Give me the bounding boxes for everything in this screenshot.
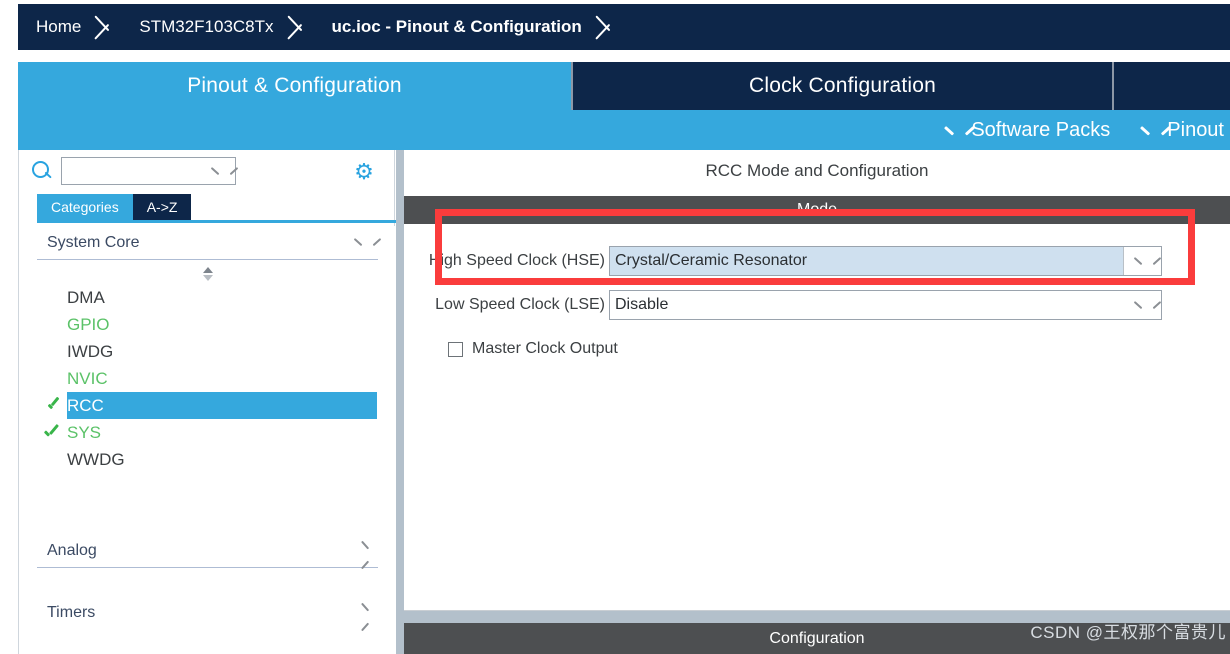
window-left-gutter xyxy=(0,54,18,654)
field-high-speed-clock: High Speed Clock (HSE) Crystal/Ceramic R… xyxy=(404,246,1230,276)
tab-pinout-configuration[interactable]: Pinout & Configuration xyxy=(18,62,571,110)
breadcrumb-separator-icon xyxy=(280,4,314,50)
tree-item-nvic[interactable]: NVIC xyxy=(67,365,377,392)
page-title: RCC Mode and Configuration xyxy=(404,150,1230,192)
chevron-down-icon[interactable] xyxy=(355,238,370,247)
status-icon-slot xyxy=(41,287,65,309)
master-clock-output-row[interactable]: Master Clock Output xyxy=(448,336,1230,362)
configuration-section-header-text: Configuration xyxy=(769,629,865,647)
field-label: Low Speed Clock (LSE) xyxy=(435,296,605,313)
tree-item-iwdg[interactable]: IWDG xyxy=(67,338,377,365)
sidebar-search-row: ⚙ xyxy=(19,150,396,192)
sidebar: ⚙ Categories A->Z System Core DMA GPIO I… xyxy=(18,150,396,654)
tree-group-label: System Core xyxy=(47,233,140,251)
chevron-down-icon xyxy=(1142,126,1158,135)
tab-label: Pinout & Configuration xyxy=(187,74,402,97)
breadcrumb-item-home[interactable]: Home xyxy=(18,4,87,50)
chevron-down-icon xyxy=(946,126,962,135)
gear-icon[interactable]: ⚙ xyxy=(352,160,376,184)
tab-label: Clock Configuration xyxy=(748,74,937,97)
mode-section-header: Mode xyxy=(404,196,1230,224)
breadcrumb-item-current[interactable]: uc.ioc - Pinout & Configuration xyxy=(314,4,588,50)
check-circle-icon xyxy=(43,395,63,416)
master-clock-output-checkbox[interactable] xyxy=(448,341,463,357)
menu-label: Software Packs xyxy=(971,118,1111,141)
hse-dropdown-value: Crystal/Ceramic Resonator xyxy=(610,247,1123,275)
tab-categories[interactable]: Categories xyxy=(37,194,133,220)
tree-group-timers[interactable]: Timers xyxy=(37,596,378,630)
field-label: High Speed Clock (HSE) xyxy=(428,252,605,269)
breadcrumb-label: uc.ioc - Pinout & Configuration xyxy=(331,17,582,36)
lse-dropdown-value: Disable xyxy=(615,296,669,313)
status-icon-slot xyxy=(41,341,65,363)
configuration-panel: RCC Mode and Configuration Mode High Spe… xyxy=(404,150,1230,654)
tree-item-label: WWDG xyxy=(67,449,125,469)
search-icon xyxy=(31,160,53,182)
watermark-text: CSDN @王权那个富贵儿 xyxy=(1030,623,1226,642)
page-title-text: RCC Mode and Configuration xyxy=(705,161,929,180)
tree-item-wwdg[interactable]: WWDG xyxy=(67,446,377,473)
chevron-down-icon[interactable] xyxy=(212,167,227,176)
hse-dropdown[interactable]: Crystal/Ceramic Resonator xyxy=(609,246,1162,276)
status-icon-slot xyxy=(41,449,65,471)
breadcrumb: Home STM32F103C8Tx uc.ioc - Pinout & Con… xyxy=(18,4,1230,50)
status-icon-slot xyxy=(41,368,65,390)
main-tabbar: Pinout & Configuration Clock Configurati… xyxy=(18,62,1230,110)
status-icon-slot xyxy=(41,314,65,336)
stm32cubemx-window: Home STM32F103C8Tx uc.ioc - Pinout & Con… xyxy=(0,0,1230,654)
menu-strip: Software Packs Pinout xyxy=(18,110,1230,150)
tree-group-system-core[interactable]: System Core xyxy=(37,226,378,260)
tab-label: A->Z xyxy=(146,199,178,215)
mode-section-header-text: Mode xyxy=(796,201,838,218)
chevron-right-icon[interactable] xyxy=(361,542,370,558)
lse-dropdown-button[interactable] xyxy=(1123,291,1161,319)
tree-item-label: IWDG xyxy=(67,341,114,361)
chevron-right-icon[interactable] xyxy=(361,604,370,620)
breadcrumb-item-device[interactable]: STM32F103C8Tx xyxy=(121,4,279,50)
tree-item-label: NVIC xyxy=(67,368,108,388)
status-icon-slot xyxy=(41,422,65,444)
breadcrumb-bar: Home STM32F103C8Tx uc.ioc - Pinout & Con… xyxy=(0,0,1230,54)
tree-item-gpio[interactable]: GPIO xyxy=(67,311,377,338)
tree-item-dma[interactable]: DMA xyxy=(67,284,377,311)
tree-item-sys[interactable]: SYS xyxy=(67,419,377,446)
tree-group-label: Timers xyxy=(47,604,96,621)
sidebar-tabs-underline xyxy=(37,220,396,223)
master-clock-output-label: Master Clock Output xyxy=(472,340,618,357)
tab-label: Categories xyxy=(51,199,119,215)
chevron-down-icon xyxy=(1135,301,1150,310)
tree-group-label: Analog xyxy=(47,541,97,559)
menu-pinout[interactable]: Pinout xyxy=(1142,119,1224,142)
tree-item-label: RCC xyxy=(67,395,104,415)
tree-item-label: SYS xyxy=(67,422,102,442)
chevron-down-icon xyxy=(1135,257,1150,266)
breadcrumb-separator-icon xyxy=(588,4,622,50)
breadcrumb-separator-icon xyxy=(87,4,121,50)
panel-splitter[interactable] xyxy=(396,150,404,654)
tree-item-label: DMA xyxy=(67,287,105,307)
scroll-spinner-icon[interactable] xyxy=(19,264,396,284)
hse-dropdown-button[interactable] xyxy=(1123,247,1161,275)
watermark: CSDN @王权那个富贵儿 xyxy=(1030,618,1226,643)
field-low-speed-clock: Low Speed Clock (LSE) Disable xyxy=(404,290,1230,320)
menu-software-packs[interactable]: Software Packs xyxy=(946,119,1110,142)
tab-overflow[interactable] xyxy=(1112,62,1230,110)
status-icon-slot xyxy=(41,395,65,417)
check-icon xyxy=(44,425,62,441)
tree-group-analog[interactable]: Analog xyxy=(37,534,378,568)
peripheral-tree: System Core DMA GPIO IWDG NVIC RCC SYS W… xyxy=(19,226,396,654)
tree-item-label: GPIO xyxy=(67,314,110,334)
menu-label: Pinout xyxy=(1167,118,1224,141)
tab-a-to-z[interactable]: A->Z xyxy=(132,194,192,220)
tree-item-rcc[interactable]: RCC xyxy=(43,392,377,419)
breadcrumb-label: Home xyxy=(36,17,82,36)
breadcrumb-label: STM32F103C8Tx xyxy=(139,17,274,36)
search-input[interactable] xyxy=(61,157,236,185)
lse-dropdown[interactable]: Disable xyxy=(609,290,1162,320)
tab-clock-configuration[interactable]: Clock Configuration xyxy=(571,62,1112,110)
mode-section-body: High Speed Clock (HSE) Crystal/Ceramic R… xyxy=(404,224,1230,611)
sidebar-view-tabs: Categories A->Z xyxy=(37,194,192,220)
